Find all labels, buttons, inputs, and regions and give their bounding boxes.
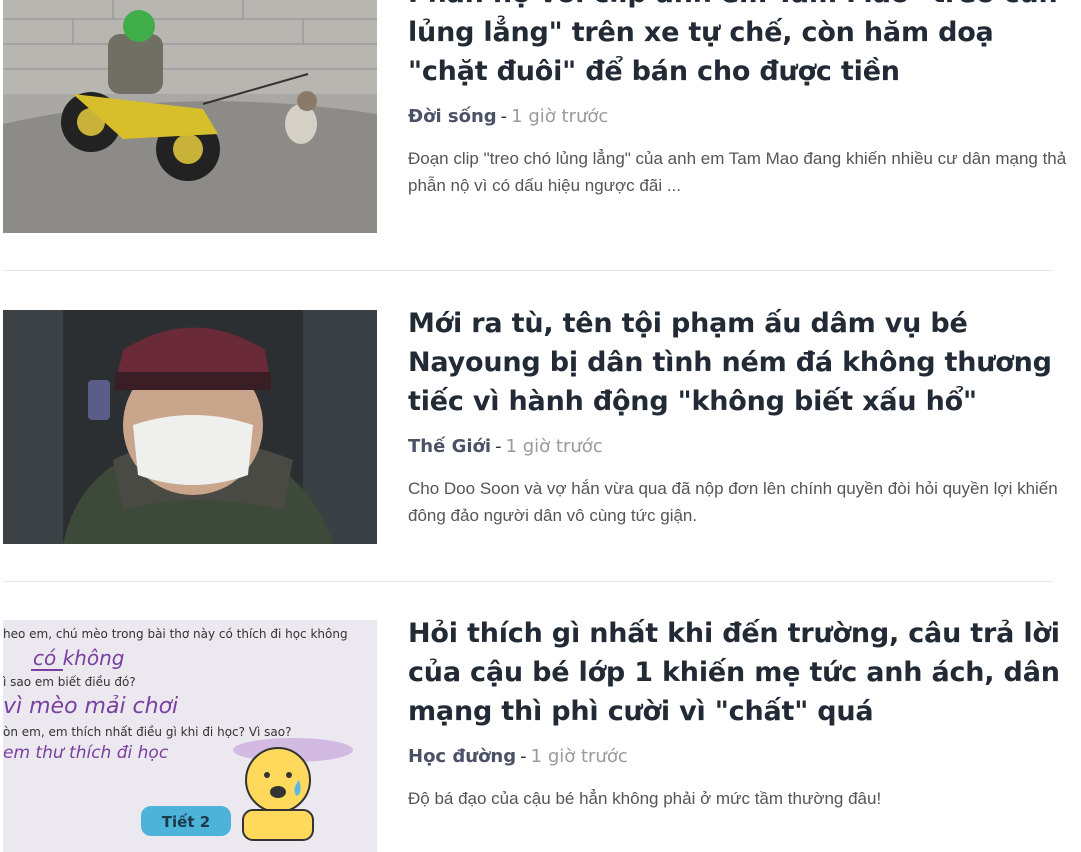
article-category[interactable]: Thế Giới (408, 436, 491, 457)
article-divider (3, 270, 1053, 271)
article-thumbnail[interactable]: heo em, chú mèo trong bài thơ này có thí… (3, 620, 377, 852)
article-description: Độ bá đạo của cậu bé hẳn không phải ở mứ… (408, 789, 882, 808)
worksheet-line: òn em, em thích nhất điều gì khi đi học?… (3, 725, 292, 739)
article-category[interactable]: Đời sống (408, 106, 497, 127)
article-description: Cho Doo Soon và vợ hắn vừa qua đã nộp đơ… (408, 479, 1058, 525)
homework-image: heo em, chú mèo trong bài thơ này có thí… (3, 620, 377, 852)
lesson-badge: Tiết 2 (162, 812, 210, 831)
article-time: 1 giờ trước (530, 746, 628, 767)
article-time: 1 giờ trước (511, 106, 609, 127)
article-divider (3, 581, 1053, 582)
article-thumbnail[interactable] (3, 0, 377, 233)
article-card: Mới ra tù, tên tội phạm ấu dâm vụ bé Nay… (0, 308, 1081, 544)
meta-separator: - (500, 106, 508, 127)
handwritten-answer: có không (33, 646, 124, 670)
article-category[interactable]: Học đường (408, 746, 516, 767)
handwritten-answer: em thư thích đi học (3, 743, 169, 763)
meta-separator: - (495, 436, 502, 457)
article-meta: Học đường -1 giờ trước (408, 745, 1068, 769)
motorbike-dog-image (3, 0, 377, 233)
article-title[interactable]: Mới ra tù, tên tội phạm ấu dâm vụ bé Nay… (408, 304, 1068, 421)
article-thumbnail[interactable] (3, 310, 377, 544)
worksheet-line: ì sao em biết điều đó? (3, 675, 136, 689)
handwritten-answer: vì mèo mải chơi (3, 694, 178, 719)
article-card: Phẫn nộ với clip anh em Tam Mao "treo cú… (0, 0, 1081, 234)
worksheet-line: heo em, chú mèo trong bài thơ này có thí… (3, 627, 348, 641)
article-title[interactable]: Hỏi thích gì nhất khi đến trường, câu tr… (408, 614, 1068, 731)
masked-man-image (3, 310, 377, 544)
article-title[interactable]: Phẫn nộ với clip anh em Tam Mao "treo cú… (408, 0, 1068, 91)
article-meta: Thế Giới -1 giờ trước (408, 435, 1068, 459)
article-time: 1 giờ trước (505, 436, 603, 457)
article-description: Đoạn clip "treo chó lủng lẳng" của anh e… (408, 149, 1067, 195)
article-meta: Đời sống -1 giờ trước (408, 105, 1068, 129)
meta-separator: - (520, 746, 527, 767)
article-card: heo em, chú mèo trong bài thơ này có thí… (0, 618, 1081, 852)
